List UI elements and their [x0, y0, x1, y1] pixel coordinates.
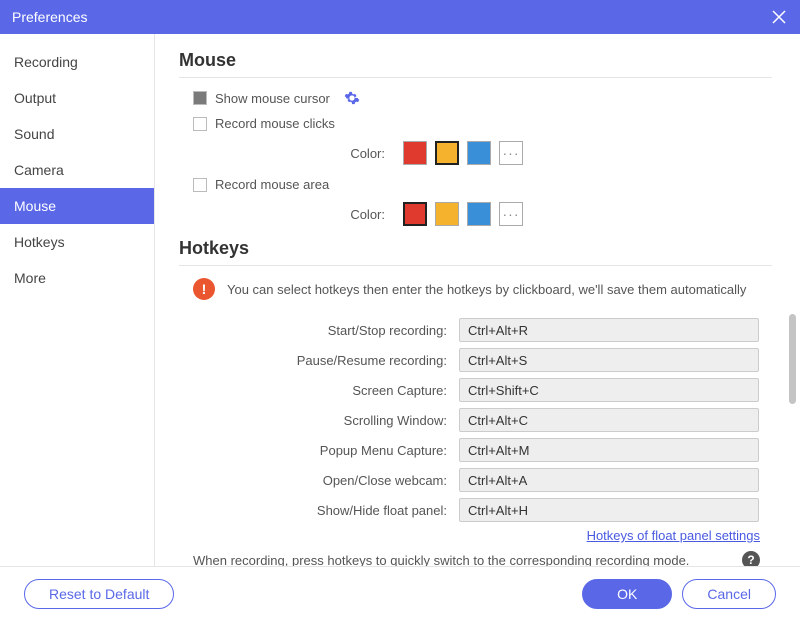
swatch-clicks-more[interactable]: ···: [499, 141, 523, 165]
color-label-clicks: Color:: [215, 146, 395, 161]
window-title: Preferences: [12, 9, 87, 25]
hk-label-popup: Popup Menu Capture:: [179, 443, 459, 458]
sidebar-item-recording[interactable]: Recording: [0, 44, 154, 80]
hk-label-webcam: Open/Close webcam:: [179, 473, 459, 488]
reset-button[interactable]: Reset to Default: [24, 579, 174, 609]
hk-input-capture[interactable]: [459, 378, 759, 402]
sidebar-item-output[interactable]: Output: [0, 80, 154, 116]
sidebar-item-camera[interactable]: Camera: [0, 152, 154, 188]
label-record-area: Record mouse area: [215, 177, 329, 192]
hk-input-webcam[interactable]: [459, 468, 759, 492]
info-icon: !: [193, 278, 215, 300]
checkbox-record-clicks[interactable]: [193, 117, 207, 131]
swatch-clicks-blue[interactable]: [467, 141, 491, 165]
scrollbar-thumb[interactable]: [789, 314, 796, 404]
cancel-button[interactable]: Cancel: [682, 579, 776, 609]
hk-input-pause[interactable]: [459, 348, 759, 372]
hk-label-start: Start/Stop recording:: [179, 323, 459, 338]
footer: Reset to Default OK Cancel: [0, 566, 800, 620]
checkbox-show-cursor[interactable]: [193, 91, 207, 105]
swatch-clicks-orange[interactable]: [435, 141, 459, 165]
ok-button[interactable]: OK: [582, 579, 672, 609]
help-icon[interactable]: ?: [742, 551, 760, 566]
float-settings-link[interactable]: Hotkeys of float panel settings: [587, 528, 760, 543]
gear-icon[interactable]: [344, 90, 360, 106]
sidebar-item-sound[interactable]: Sound: [0, 116, 154, 152]
section-title-hotkeys: Hotkeys: [179, 238, 772, 266]
sidebar-item-hotkeys[interactable]: Hotkeys: [0, 224, 154, 260]
swatch-clicks-red[interactable]: [403, 141, 427, 165]
hk-label-pause: Pause/Resume recording:: [179, 353, 459, 368]
checkbox-record-area[interactable]: [193, 178, 207, 192]
hk-label-scroll: Scrolling Window:: [179, 413, 459, 428]
close-icon[interactable]: [770, 8, 788, 26]
swatch-area-blue[interactable]: [467, 202, 491, 226]
label-record-clicks: Record mouse clicks: [215, 116, 335, 131]
hk-input-start[interactable]: [459, 318, 759, 342]
titlebar: Preferences: [0, 0, 800, 34]
sidebar-item-mouse[interactable]: Mouse: [0, 188, 154, 224]
swatch-area-orange[interactable]: [435, 202, 459, 226]
section-title-mouse: Mouse: [179, 50, 772, 78]
color-label-area: Color:: [215, 207, 395, 222]
hk-input-scroll[interactable]: [459, 408, 759, 432]
label-show-cursor: Show mouse cursor: [215, 91, 330, 106]
sidebar: Recording Output Sound Camera Mouse Hotk…: [0, 34, 155, 566]
hotkeys-note-text: When recording, press hotkeys to quickly…: [193, 553, 689, 567]
hk-input-float[interactable]: [459, 498, 759, 522]
hk-label-float: Show/Hide float panel:: [179, 503, 459, 518]
content-area: Mouse Show mouse cursor Record mouse cli…: [155, 34, 800, 566]
hk-input-popup[interactable]: [459, 438, 759, 462]
hotkeys-info-text: You can select hotkeys then enter the ho…: [227, 282, 746, 297]
swatch-area-red[interactable]: [403, 202, 427, 226]
swatch-area-more[interactable]: ···: [499, 202, 523, 226]
sidebar-item-more[interactable]: More: [0, 260, 154, 296]
hk-label-capture: Screen Capture:: [179, 383, 459, 398]
